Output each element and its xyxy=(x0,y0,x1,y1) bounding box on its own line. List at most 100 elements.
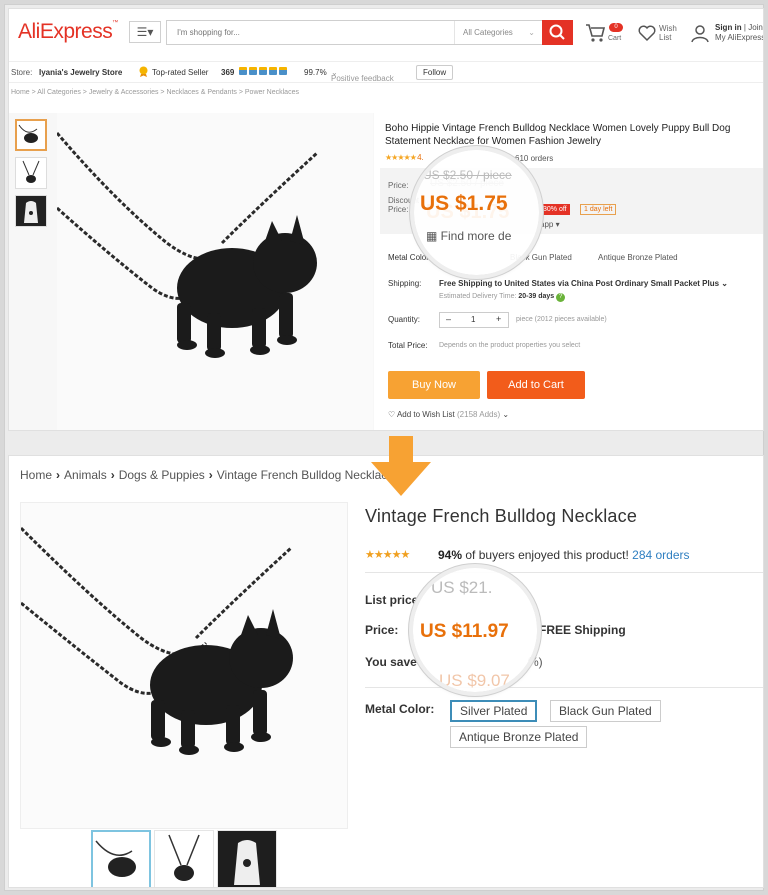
plus-icon[interactable]: + xyxy=(496,314,501,324)
bulldog-thumbnail-image xyxy=(168,834,200,881)
magnified-find-more: ▦ Find more de xyxy=(426,229,512,243)
option-silver-plated[interactable]: Silver Plated xyxy=(450,700,538,722)
my-aliexpress-link[interactable]: My AliExpress xyxy=(715,33,763,42)
magnified-save-amount: US $9.07 xyxy=(439,671,510,690)
store-name-link[interactable]: Iyania's Jewelry Store xyxy=(39,68,122,77)
price-magnifier-shop: US $21. US $11.97 US $9.07 xyxy=(413,568,537,692)
search-button[interactable] xyxy=(542,20,573,45)
mannequin-thumbnail-image xyxy=(24,201,38,223)
join-link[interactable]: Join xyxy=(748,23,763,32)
cart-icon xyxy=(586,24,606,42)
shop-main-image[interactable] xyxy=(19,502,348,829)
buy-now-button[interactable]: Buy Now xyxy=(388,371,480,399)
metal-color-label: Metal Color: xyxy=(388,253,432,262)
product-title: Boho Hippie Vintage French Bulldog Neckl… xyxy=(385,123,731,147)
divider xyxy=(365,572,763,573)
breadcrumb-item[interactable]: Animals xyxy=(64,468,107,482)
total-price-label: Total Price: xyxy=(388,341,428,350)
down-arrow-icon xyxy=(371,436,431,496)
breadcrumb: Home > All Categories > Jewelry & Access… xyxy=(11,89,299,96)
bulldog-necklace-image xyxy=(55,132,319,358)
shop-thumbnail-3[interactable] xyxy=(217,830,277,887)
free-shipping-label: FREE Shipping xyxy=(539,623,626,637)
positive-feedback-dropdown[interactable]: Positive feedback ⌄ xyxy=(331,68,394,83)
quantity-value[interactable]: 1 xyxy=(471,315,475,324)
add-to-cart-button[interactable]: Add to Cart xyxy=(487,371,585,399)
aliexpress-header: AliExpress™ ☰▾ All Categories ⌄ xyxy=(9,9,763,53)
product-info: Boho Hippie Vintage French Bulldog Neckl… xyxy=(380,113,763,430)
main-product-image[interactable] xyxy=(55,113,373,430)
orders-count: 610 orders xyxy=(515,154,554,163)
option-antique-bronze-plated[interactable]: Antique Bronze Plated xyxy=(450,726,588,748)
cart-button[interactable]: 0 Cart xyxy=(584,22,632,46)
quantity-stepper: – 1 + xyxy=(439,312,509,328)
you-save-label: You save xyxy=(365,655,417,669)
breadcrumb-item[interactable]: All Categories xyxy=(37,89,81,96)
store-bar: Store: Iyania's Jewelry Store Top-rated … xyxy=(9,61,763,83)
aliexpress-panel: AliExpress™ ☰▾ All Categories ⌄ xyxy=(8,8,764,431)
medal-icon xyxy=(138,66,149,77)
option-black-gun-plated[interactable]: Black Gun Plated xyxy=(550,700,661,722)
product-gallery xyxy=(9,113,374,430)
metal-option-antique-bronze[interactable]: Antique Bronze Plated xyxy=(598,253,678,262)
thumbnail-1[interactable] xyxy=(15,119,47,151)
breadcrumb-item[interactable]: Vintage French Bulldog Necklace xyxy=(217,468,394,482)
magnified-list-price: US $21. xyxy=(431,578,493,597)
sign-in-link[interactable]: Sign in xyxy=(715,23,742,32)
shop-product-title: Vintage French Bulldog Necklace xyxy=(365,506,638,526)
minus-icon[interactable]: – xyxy=(446,314,451,324)
bulldog-thumbnail-image xyxy=(95,840,136,877)
bulldog-thumbnail-image xyxy=(18,124,38,143)
search-category-select[interactable]: All Categories ⌄ xyxy=(454,21,541,44)
breadcrumb-item[interactable]: Dogs & Puppies xyxy=(119,468,205,482)
store-label: Store: xyxy=(11,68,33,77)
list-price-label: List price xyxy=(365,593,419,607)
search-input[interactable] xyxy=(167,21,452,44)
wish-label-line2: List xyxy=(659,33,672,42)
discount-label-2: Price: xyxy=(388,205,409,214)
account-button[interactable]: Sign in | Join My AliExpress xyxy=(690,22,763,46)
quantity-label: Quantity: xyxy=(388,315,421,324)
thumbnail-3[interactable] xyxy=(15,195,47,227)
seller-diamonds-icon xyxy=(239,67,289,77)
magnified-price: US $1.75 xyxy=(420,192,508,215)
magnified-original-price: US $2.50 / piece xyxy=(423,168,512,182)
top-rated-seller-label: Top-rated Seller xyxy=(152,68,209,77)
shop-panel: Home › Animals › Dogs & Puppies › Vintage Fren… xyxy=(8,455,764,888)
delivery-time: Estimated Delivery Time: 20-39 days ? xyxy=(439,293,566,302)
seller-score: 369 xyxy=(221,68,235,77)
price-label: Price: xyxy=(388,181,409,190)
category-menu-button[interactable]: ☰▾ xyxy=(129,21,161,43)
follow-button[interactable]: Follow xyxy=(416,65,454,80)
add-to-wish-list-link[interactable]: ♡ Add to Wish List (2158 Adds) ⌄ xyxy=(388,410,509,419)
shop-price-label: Price: xyxy=(365,623,399,637)
breadcrumb-item[interactable]: Home xyxy=(20,468,52,482)
breadcrumb-item[interactable]: Home xyxy=(11,89,30,96)
app-price-link[interactable]: app ▾ xyxy=(540,220,560,229)
positive-feedback-pct: 99.7% xyxy=(304,68,327,77)
breadcrumb-item[interactable]: Power Necklaces xyxy=(245,89,299,96)
discount-badge: 30% off xyxy=(540,204,570,215)
thumbnail-2[interactable] xyxy=(15,157,47,189)
orders-link[interactable]: 284 orders xyxy=(632,548,689,562)
mannequin-thumbnail-image xyxy=(234,840,260,885)
breadcrumb-item[interactable]: Necklaces & Pendants xyxy=(166,89,236,96)
aliexpress-logo[interactable]: AliExpress™ xyxy=(18,20,118,44)
wish-label-line1: Wish xyxy=(659,24,677,33)
help-icon[interactable]: ? xyxy=(556,293,566,302)
price-magnifier-aliexpress: US $2.50 / piece US $1.75 ▦ Find more de xyxy=(414,150,539,275)
shop-thumbnail-1[interactable] xyxy=(91,830,151,887)
shop-thumbnail-2[interactable] xyxy=(154,830,214,887)
buyer-satisfaction: 94% of buyers enjoyed this product! 284 … xyxy=(438,548,690,562)
heart-icon xyxy=(638,25,656,42)
cart-count-badge: 0 xyxy=(609,23,623,32)
breadcrumb-item[interactable]: Jewelry & Accessories xyxy=(89,89,159,96)
shipping-method[interactable]: Free Shipping to United States via China… xyxy=(439,279,728,288)
divider xyxy=(365,687,763,688)
days-left-badge: 1 day left xyxy=(580,204,617,215)
rating-stars-icon: ★★★★★ xyxy=(365,549,410,561)
shipping-label: Shipping: xyxy=(388,279,422,288)
wish-list-button[interactable]: Wish List xyxy=(637,22,685,46)
user-icon xyxy=(691,25,709,43)
shop-breadcrumb: Home › Animals › Dogs & Puppies › Vintage Fren… xyxy=(20,468,394,482)
